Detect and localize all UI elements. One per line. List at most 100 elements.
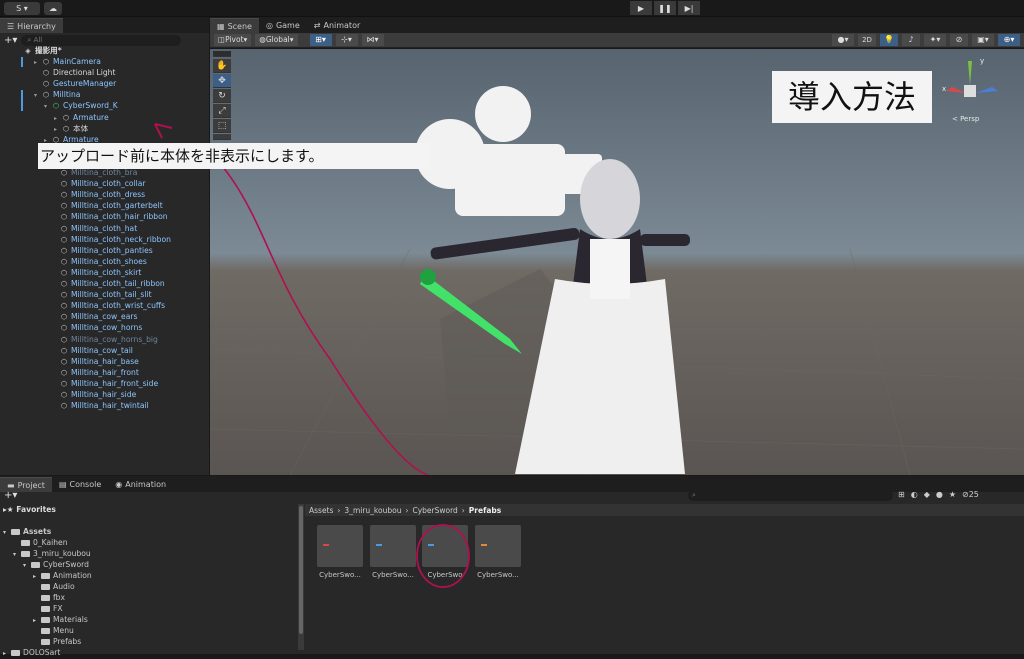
step-button[interactable]: ▶| — [678, 1, 700, 15]
hierarchy-item[interactable]: ⬡ Milltina_hair_base — [52, 356, 139, 367]
tab-animation[interactable]: ◉ Animation — [108, 477, 173, 492]
hierarchy-item[interactable]: ⬡ Milltina_cloth_hair_ribbon — [52, 211, 168, 222]
play-button[interactable]: ▶ — [630, 1, 652, 15]
hierarchy-item[interactable]: ⬡ Milltina_hair_side — [52, 389, 136, 400]
tab-hierarchy[interactable]: ☰ Hierarchy — [0, 18, 63, 33]
scale-tool-icon[interactable]: ⤢ — [213, 104, 231, 118]
hierarchy-item[interactable]: ⬡ Milltina_cloth_wrist_cuffs — [52, 300, 165, 311]
breadcrumb-assets[interactable]: Assets — [309, 506, 333, 515]
tab-scene[interactable]: ▦ Scene — [210, 18, 259, 33]
project-folder-item[interactable]: ▸ Materials — [33, 614, 88, 625]
expand-arrow-icon[interactable]: ▾ — [34, 90, 42, 101]
shading-mode-icon[interactable]: ●▾ — [832, 34, 854, 46]
hierarchy-item[interactable]: ⬡ Milltina_cloth_hat — [52, 223, 137, 234]
search-filter-icon[interactable]: ⊞ — [898, 490, 905, 499]
hierarchy-item[interactable]: ⬡ Milltina_cloth_shoes — [52, 256, 147, 267]
hierarchy-item[interactable]: ⬡ Milltina_cow_horns_big — [52, 334, 158, 345]
project-search-input[interactable]: ⌕ — [688, 490, 893, 501]
hierarchy-item[interactable]: ⬡ Milltina_hair_twintail — [52, 400, 149, 411]
account-dropdown[interactable]: S ▾ — [4, 2, 40, 15]
hierarchy-item[interactable]: ⬡ Milltina_hair_front — [52, 367, 139, 378]
persp-label[interactable]: < Persp — [952, 115, 979, 123]
project-folder-item[interactable]: FX — [33, 603, 63, 614]
project-folder-item[interactable]: 0_Kaihen — [13, 537, 68, 548]
favorite-star-icon[interactable]: ★ — [949, 490, 956, 499]
expand-arrow-icon[interactable]: ▾ — [44, 101, 52, 112]
info-icon[interactable]: ● — [936, 490, 943, 499]
snap-increment-icon[interactable]: ⊹▾ — [335, 34, 358, 46]
audio-icon[interactable]: ♪ — [902, 34, 920, 46]
hidden-packages-icon[interactable]: ⊘25 — [962, 490, 979, 499]
gizmos-icon[interactable]: ⊕▾ — [998, 34, 1020, 46]
scene-viewport[interactable]: ✋ ✥ ↻ ⤢ ⬚ 導入方法 y x < Persp — [210, 49, 1024, 475]
add-icon[interactable]: +▾ — [4, 35, 17, 46]
project-folder-item[interactable]: Menu — [33, 625, 74, 636]
create-icon[interactable]: +▾ — [4, 490, 17, 501]
hand-tool-icon[interactable]: ✋ — [213, 59, 231, 73]
align-icon[interactable]: ⋈▾ — [361, 34, 384, 46]
hierarchy-item-label: GestureManager — [53, 79, 117, 89]
breadcrumb-prefabs[interactable]: Prefabs — [469, 506, 501, 515]
breadcrumb-miru[interactable]: 3_miru_koubou — [344, 506, 401, 515]
hierarchy-item[interactable]: ⬡ Milltina_cow_tail — [52, 345, 133, 356]
effects-icon[interactable]: ✦▾ — [924, 34, 946, 46]
orientation-gizmo[interactable]: y x — [942, 57, 1002, 119]
expand-arrow-icon[interactable]: ▾ — [13, 549, 21, 560]
hierarchy-item[interactable]: ▾ ⬡ CyberSword_K — [44, 100, 118, 111]
scene-root[interactable]: ◈ 撮影用* — [24, 45, 61, 56]
project-folder-item[interactable]: ▾ CyberSword — [23, 559, 89, 570]
asset-prefab[interactable]: CyberSwo... — [370, 525, 416, 579]
project-folder-item[interactable]: ▸ DOLOSart — [3, 647, 60, 658]
hierarchy-item[interactable]: ⬡ GestureManager — [34, 78, 116, 89]
rotate-tool-icon[interactable]: ↻ — [213, 89, 231, 103]
favorites-node[interactable]: ▸★ Favorites — [3, 504, 56, 515]
pivot-dropdown[interactable]: ◫Pivot▾ — [214, 34, 252, 46]
hierarchy-item[interactable]: ⬡ Milltina_cloth_tail_slit — [52, 289, 152, 300]
cloud-icon[interactable]: ☁ — [44, 2, 62, 15]
project-folder-item[interactable]: ▾ Assets — [3, 526, 51, 537]
move-tool-icon[interactable]: ✥ — [213, 74, 231, 88]
global-dropdown[interactable]: ◍Global▾ — [255, 34, 298, 46]
lighting-icon[interactable]: 💡 — [880, 34, 898, 46]
grid-snap-icon[interactable]: ⊞▾ — [309, 34, 332, 46]
hierarchy-item[interactable]: ⬡ Milltina_cow_ears — [52, 311, 138, 322]
tab-game[interactable]: ◎ Game — [259, 18, 307, 33]
hierarchy-item[interactable]: ⬡ Milltina_cloth_panties — [52, 245, 153, 256]
tab-console[interactable]: ▤ Console — [52, 477, 108, 492]
hierarchy-item[interactable]: ⬡ Milltina_cloth_garterbelt — [52, 200, 163, 211]
hierarchy-item-label: 本体 — [73, 123, 89, 133]
hierarchy-item[interactable]: ⬡ Milltina_cloth_dress — [52, 189, 145, 200]
label-filter-icon[interactable]: ◆ — [924, 490, 930, 499]
hierarchy-item[interactable]: ⬡ Milltina_cloth_neck_ribbon — [52, 234, 171, 245]
project-folder-item[interactable]: ▸ Animation — [33, 570, 92, 581]
camera-icon[interactable]: ▣▾ — [972, 34, 994, 46]
tab-animator[interactable]: ⇄ Animator — [307, 18, 367, 33]
hierarchy-item[interactable]: ▾ ⬡ Milltina — [34, 89, 80, 100]
expand-arrow-icon[interactable]: ▾ — [23, 560, 31, 571]
hierarchy-item[interactable]: ⬡ Milltina_cloth_tail_ribbon — [52, 278, 165, 289]
project-folder-item[interactable]: Prefabs — [33, 636, 81, 647]
folder-icon — [41, 573, 50, 579]
project-folder-item[interactable]: fbx — [33, 592, 65, 603]
hierarchy-item[interactable]: ⬡ Milltina_hair_front_side — [52, 378, 158, 389]
tree-scrollbar[interactable] — [298, 504, 304, 650]
pause-button[interactable]: ❚❚ — [654, 1, 676, 15]
hierarchy-item[interactable]: ▸ ⬡ MainCamera — [34, 56, 101, 67]
project-folder-item[interactable]: ▾ 3_miru_koubou — [13, 548, 91, 559]
hierarchy-item[interactable]: ⬡ Milltina_cloth_skirt — [52, 267, 141, 278]
hierarchy-item[interactable]: ⬡ Milltina_cloth_collar — [52, 178, 146, 189]
hierarchy-item[interactable]: ⬡ Milltina_cow_horns — [52, 322, 142, 333]
project-folder-item[interactable]: Audio — [33, 581, 75, 592]
hierarchy-item[interactable]: ▸ ⬡ 本体 — [54, 123, 88, 134]
2d-toggle[interactable]: 2D — [858, 34, 876, 46]
asset-prefab[interactable]: CyberSwo... — [475, 525, 521, 579]
hierarchy-item[interactable]: ⬡ Directional Light — [34, 67, 116, 78]
breadcrumb-cybersword[interactable]: CyberSword — [412, 506, 457, 515]
tools-handle[interactable] — [213, 51, 231, 57]
asset-prefab[interactable]: CyberSwo... — [317, 525, 363, 579]
hierarchy-item[interactable]: ▸ ⬡ Armature — [54, 112, 109, 123]
hierarchy-search-input[interactable]: ⌕ All — [21, 34, 182, 46]
type-filter-icon[interactable]: ◐ — [911, 490, 918, 499]
expand-arrow-icon[interactable]: ▾ — [3, 527, 11, 538]
visibility-icon[interactable]: ⊘ — [950, 34, 968, 46]
